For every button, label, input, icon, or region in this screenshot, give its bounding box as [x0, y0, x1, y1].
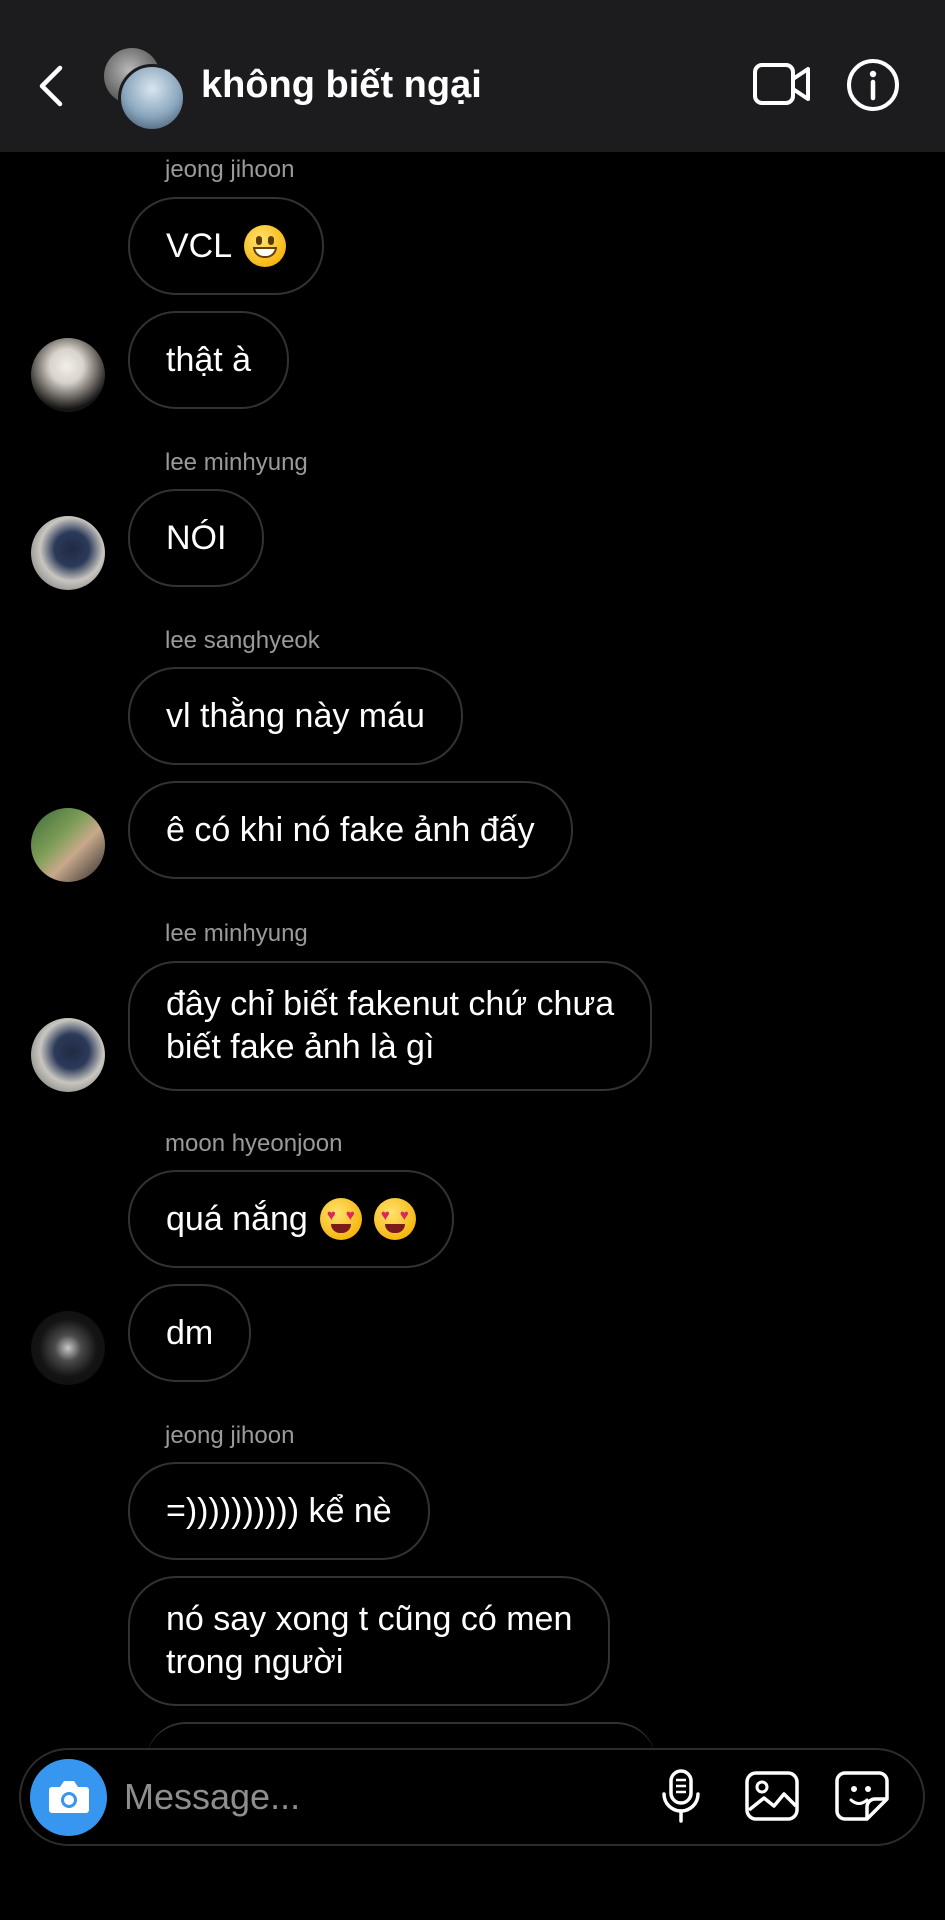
info-icon[interactable]	[846, 58, 900, 112]
message-text: quá nắng	[166, 1199, 308, 1238]
avatar[interactable]	[31, 516, 105, 590]
sticker-icon[interactable]	[834, 1770, 890, 1822]
heart-eyes-emoji-icon: ♥ ♥	[373, 1198, 416, 1240]
message-bubble[interactable]: =)))))))))) kể nè	[128, 1462, 430, 1560]
message-text: ê có khi nó fake ảnh đấy	[166, 810, 535, 849]
message-input[interactable]: Message...	[124, 1774, 300, 1820]
message-text: NÓI	[166, 518, 227, 557]
group-avatar-photo-2	[118, 64, 186, 132]
grinning-face-emoji-icon	[244, 225, 287, 267]
avatar[interactable]	[31, 1311, 105, 1385]
message-bubble[interactable]: nó say xong t cũng có men trong người	[128, 1576, 611, 1706]
sender-name: lee minhyung	[165, 449, 308, 476]
video-call-icon[interactable]	[752, 60, 812, 108]
sender-name: lee sanghyeok	[165, 627, 320, 654]
avatar[interactable]	[31, 1018, 105, 1092]
gallery-icon[interactable]	[744, 1770, 800, 1822]
sender-name: lee minhyung	[165, 920, 308, 947]
message-text: dm	[166, 1313, 214, 1352]
message-text: nó say xong t cũng có men trong người	[166, 1600, 573, 1681]
message-bubble[interactable]: ê có khi nó fake ảnh đấy	[128, 781, 573, 879]
message-bubble[interactable]: đây chỉ biết fakenut chứ chưa biết fake …	[128, 961, 653, 1091]
message-text: thật à	[166, 340, 252, 379]
message-text: VCL	[166, 226, 233, 265]
group-avatar[interactable]	[104, 48, 186, 132]
message-bubble[interactable]: dm	[128, 1284, 252, 1382]
message-text: vl thằng này máu	[166, 696, 425, 735]
chat-title[interactable]: không biết ngại	[201, 60, 482, 110]
message-bubble[interactable]: thật à	[128, 311, 290, 409]
sender-name: jeong jihoon	[165, 156, 295, 183]
chat-header: không biết ngại	[0, 0, 945, 152]
camera-icon	[49, 1781, 89, 1813]
microphone-icon[interactable]	[656, 1768, 706, 1824]
message-bubble[interactable]: vl thằng này máu	[128, 667, 463, 765]
avatar[interactable]	[31, 338, 105, 412]
avatar[interactable]	[31, 808, 105, 882]
camera-button[interactable]	[30, 1759, 107, 1836]
heart-eyes-emoji-icon: ♥ ♥	[319, 1198, 362, 1240]
message-text: đây chỉ biết fakenut chứ chưa biết fake …	[166, 985, 615, 1066]
sender-name: jeong jihoon	[165, 1422, 295, 1449]
message-text: =)))))))))) kể nè	[166, 1491, 392, 1530]
back-arrow-icon[interactable]	[30, 58, 74, 114]
message-bubble[interactable]: VCL	[128, 197, 325, 295]
message-bubble[interactable]: quá nắng ♥ ♥ ♥ ♥	[128, 1170, 454, 1268]
sender-name: moon hyeonjoon	[165, 1130, 343, 1157]
message-bubble[interactable]: NÓI	[128, 489, 265, 587]
